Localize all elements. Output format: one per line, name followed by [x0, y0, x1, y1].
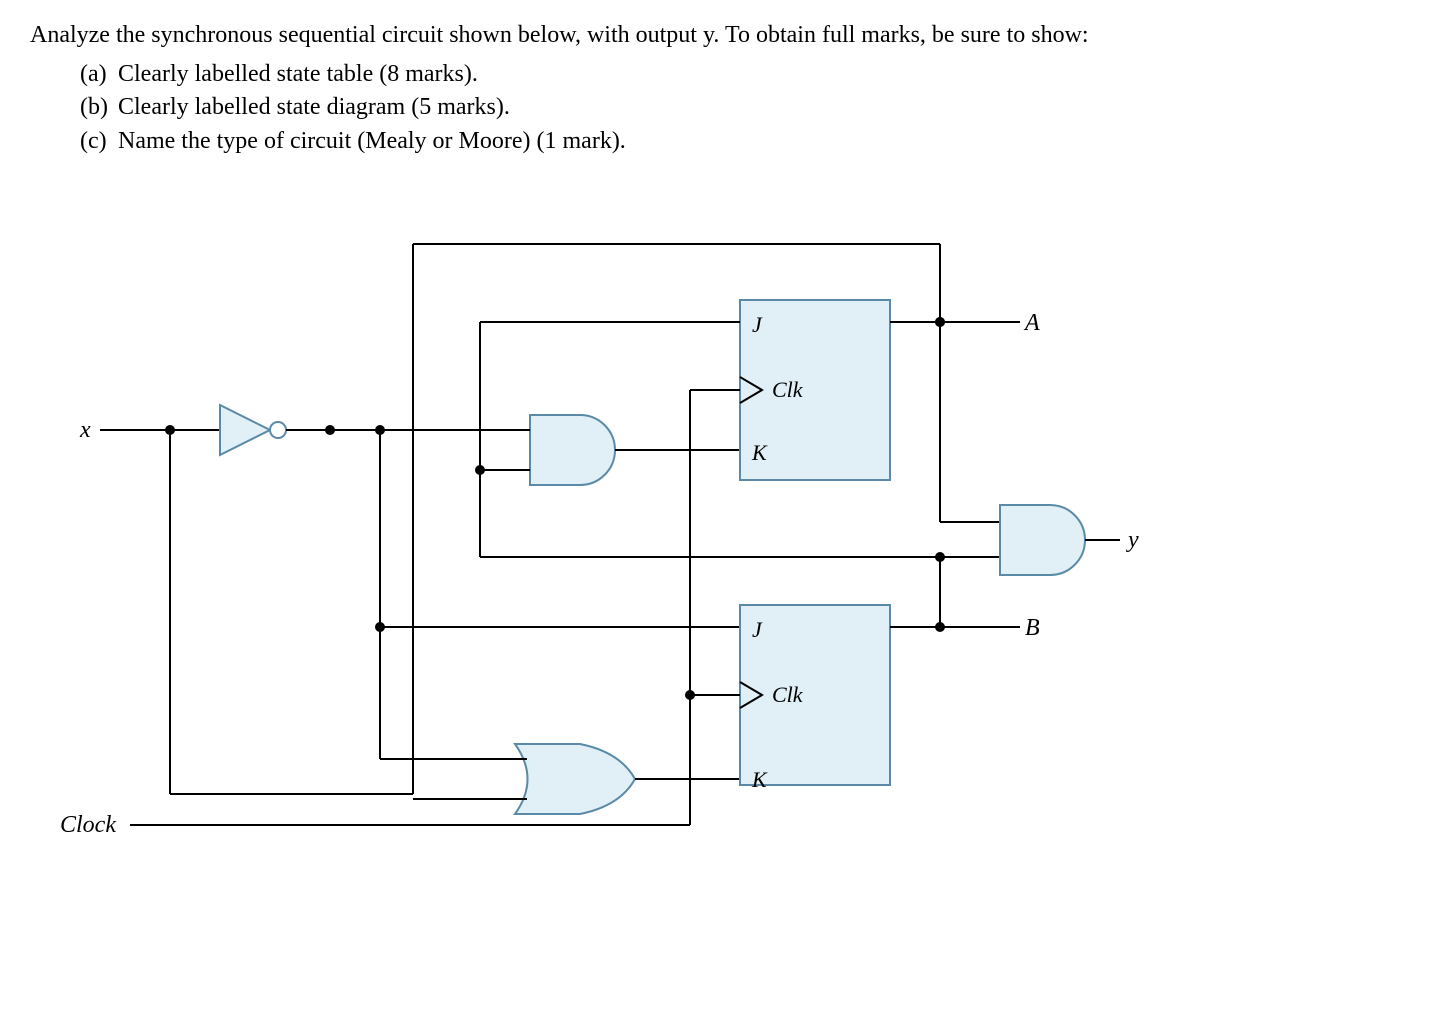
circuit-svg: x [60, 187, 1160, 867]
part-c-label: (c) [80, 126, 112, 157]
label-B: B [1025, 615, 1040, 641]
svg-text:Clk: Clk [772, 377, 804, 402]
label-A: A [1023, 310, 1040, 336]
part-c-text: Name the type of circuit (Mealy or Moore… [118, 128, 626, 154]
label-y: y [1126, 527, 1139, 553]
part-b-label: (b) [80, 92, 112, 123]
svg-text:Clk: Clk [772, 682, 804, 707]
part-a: (a) Clearly labelled state table (8 mark… [80, 59, 1414, 90]
flipflop-B: J Clk K [740, 605, 890, 792]
circuit-diagram: x [60, 187, 1160, 867]
and-gate-y [1000, 505, 1085, 575]
svg-text:K: K [751, 767, 768, 792]
part-b: (b) Clearly labelled state diagram (5 ma… [80, 92, 1414, 123]
svg-text:J: J [752, 617, 763, 642]
svg-text:J: J [752, 312, 763, 337]
label-clock: Clock [60, 812, 116, 838]
part-a-text: Clearly labelled state table (8 marks). [118, 61, 478, 87]
flipflop-A: J Clk K [740, 300, 890, 480]
label-x: x [79, 417, 91, 443]
not-gate [220, 405, 286, 455]
part-a-label: (a) [80, 59, 112, 90]
part-c: (c) Name the type of circuit (Mealy or M… [80, 126, 1414, 157]
and-gate-ka [530, 415, 615, 485]
parts-list: (a) Clearly labelled state table (8 mark… [80, 59, 1414, 157]
svg-text:K: K [751, 440, 768, 465]
question-intro: Analyze the synchronous sequential circu… [30, 20, 1414, 51]
or-gate-kb [515, 744, 635, 814]
part-b-text: Clearly labelled state diagram (5 marks)… [118, 94, 510, 120]
